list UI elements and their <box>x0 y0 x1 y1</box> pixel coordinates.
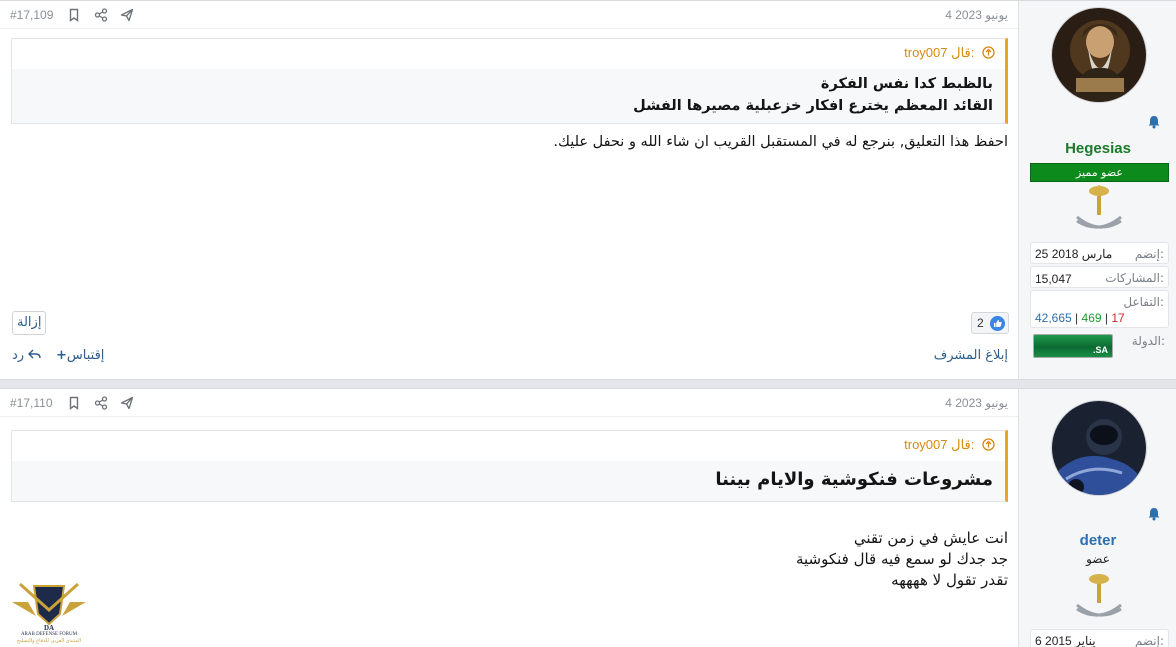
post-header: 4 يونيو 2023 #17,109 <box>0 1 1018 29</box>
report-button[interactable]: إبلاغ المشرف <box>934 348 1008 363</box>
reactions-negative: 17 <box>1111 311 1125 325</box>
posts-row: المشاركات: 15,047 <box>1030 266 1169 288</box>
bell-icon[interactable] <box>1147 115 1161 129</box>
joined-label: إنضم: <box>1134 634 1164 647</box>
post-number[interactable]: #17,110 <box>10 396 53 410</box>
message-line: جد جدك لو سمع فيه قال فنكوشية <box>795 550 1008 568</box>
country-flag-text: .SA <box>1092 345 1108 355</box>
quote-header[interactable]: troy007 قال: <box>12 431 1005 461</box>
remove-reaction-button[interactable]: إزالة <box>12 311 47 335</box>
post-17109: Hegesias عضو مميز إنضم: 25 مارس 2018 الم… <box>0 0 1176 380</box>
user-title: عضو <box>1086 552 1110 566</box>
message-line: تقدر تقول لا ههههه <box>891 571 1008 589</box>
bell-icon[interactable] <box>1147 507 1161 521</box>
post-message: انت عايش في زمن تقني جد جدك لو سمع فيه ق… <box>11 528 1008 591</box>
arrow-up-circle-icon[interactable] <box>982 46 995 59</box>
reactions-value: 42,665 | 469 | 17 <box>1035 311 1125 325</box>
post-header: 4 يونيو 2023 #17,110 <box>0 389 1018 417</box>
quote-button[interactable]: +إقتباس <box>56 348 104 363</box>
plus-icon: + <box>56 348 67 363</box>
posts-value[interactable]: 15,047 <box>1035 272 1072 286</box>
send-icon[interactable] <box>120 8 134 22</box>
reply-button-label: رد <box>12 348 25 363</box>
user-sidebar: deter عضو إنضم: 6 يناير 2015 <box>1018 389 1176 647</box>
quote-block: troy007 قال: مشروعات فنكوشية والايام بين… <box>11 430 1008 502</box>
user-sidebar: Hegesias عضو مميز إنضم: 25 مارس 2018 الم… <box>1018 1 1176 379</box>
joined-label: إنضم: <box>1134 247 1164 261</box>
share-icon[interactable] <box>94 396 108 410</box>
site-logo-title: ARAB DEFENSE FORUM <box>20 632 78 637</box>
country-flag: .SA <box>1033 334 1113 358</box>
bookmark-icon[interactable] <box>67 8 81 22</box>
posts-label: المشاركات: <box>1105 271 1164 285</box>
site-logo-mark: DA <box>43 624 55 632</box>
quote-line: مشروعات فنكوشية والايام بيننا <box>715 469 993 490</box>
reactions-label: التفاعل: <box>1123 295 1164 309</box>
quote-button-label: إقتباس <box>66 348 105 363</box>
quote-author[interactable]: troy007 قال: <box>904 45 974 60</box>
share-icon[interactable] <box>94 8 108 22</box>
arrow-up-circle-icon[interactable] <box>982 438 995 451</box>
reactions-positive: 42,665 <box>1035 311 1072 325</box>
quote-content: مشروعات فنكوشية والايام بيننا <box>12 461 1005 501</box>
quote-header[interactable]: troy007 قال: <box>12 39 1005 69</box>
reply-button[interactable]: رد <box>12 348 41 363</box>
username[interactable]: deter <box>1019 532 1176 549</box>
emblem-icon <box>1076 574 1122 617</box>
quote-block: troy007 قال: بالظبط كدا نفس الفكرة القائ… <box>11 38 1008 124</box>
country-row: الدولة: .SA <box>1030 330 1169 368</box>
quote-line: بالظبط كدا نفس الفكرة <box>820 76 993 92</box>
like-icon <box>990 316 1005 331</box>
reaction-summary[interactable]: 2 <box>971 312 1009 334</box>
post-date[interactable]: 4 يونيو 2023 <box>945 8 1008 22</box>
post-17110: deter عضو إنضم: 6 يناير 2015 4 يونيو 202… <box>0 388 1176 647</box>
post-message: احفظ هذا التعليق, بنرجع له في المستقبل ا… <box>11 132 1008 153</box>
quote-author[interactable]: troy007 قال: <box>904 437 974 452</box>
post-date[interactable]: 4 يونيو 2023 <box>945 396 1008 410</box>
bookmark-icon[interactable] <box>67 396 81 410</box>
quote-line: القائد المعظم يخترع افكار خزعبلية مصيرها… <box>633 98 993 114</box>
send-icon[interactable] <box>120 396 134 410</box>
reactions-row: التفاعل: 42,665 | 469 | 17 <box>1030 290 1169 328</box>
country-label: الدولة: <box>1131 334 1165 348</box>
post-number[interactable]: #17,109 <box>10 8 53 22</box>
site-logo: DA ARAB DEFENSE FORUM المنتدى العربي للد… <box>8 580 90 646</box>
site-logo-subtitle: المنتدى العربي للدفاع والتسليح <box>16 638 82 644</box>
avatar[interactable] <box>1051 400 1147 496</box>
user-title-badge: عضو مميز <box>1030 163 1169 182</box>
message-line: احفظ هذا التعليق, بنرجع له في المستقبل ا… <box>553 134 1008 150</box>
emblem-icon <box>1076 185 1122 229</box>
reactions-neutral: 469 <box>1081 311 1102 325</box>
username[interactable]: Hegesias <box>1019 140 1176 157</box>
joined-row: إنضم: 25 مارس 2018 <box>1030 242 1169 264</box>
quote-content: بالظبط كدا نفس الفكرة القائد المعظم يختر… <box>12 69 1005 123</box>
joined-row: إنضم: 6 يناير 2015 <box>1030 629 1169 647</box>
joined-value: 6 يناير 2015 <box>1035 634 1096 647</box>
reaction-count: 2 <box>977 316 984 330</box>
reply-icon <box>28 349 41 359</box>
message-line: انت عايش في زمن تقني <box>853 529 1008 547</box>
joined-value: 25 مارس 2018 <box>1035 247 1113 261</box>
avatar[interactable] <box>1051 7 1147 103</box>
